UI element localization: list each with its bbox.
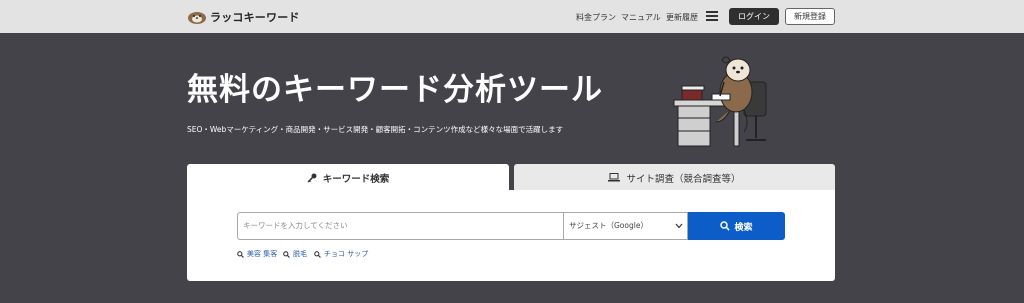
- login-button[interactable]: ログイン: [729, 8, 779, 25]
- search-icon: [283, 250, 290, 258]
- suggestion-label: 脱毛: [293, 250, 307, 258]
- search-button[interactable]: 検索: [688, 212, 785, 240]
- logo-text: ラッコキーワード: [210, 10, 300, 24]
- hero-title: 無料のキーワード分析ツール: [187, 72, 603, 108]
- key-icon: [307, 173, 317, 183]
- nav-changelog-link[interactable]: 更新履歴: [666, 12, 698, 23]
- top-header: [0, 0, 1024, 33]
- search-icon: [720, 221, 731, 231]
- logo[interactable]: ラッコキーワード: [187, 8, 300, 25]
- hamburger-icon[interactable]: [706, 11, 718, 21]
- otter-at-desk-illustration: [664, 52, 780, 154]
- search-icon: [237, 250, 244, 258]
- hero-subtitle: SEO・Webマーケティング・商品開発・サービス開発・顧客開拓・コンテンツ作成な…: [187, 125, 564, 134]
- chevron-down-icon: [675, 223, 683, 229]
- suggestion-link[interactable]: 美容 集客: [237, 249, 277, 259]
- keyword-search-input[interactable]: キーワードを入力してください: [237, 212, 563, 240]
- search-button-label: 検索: [734, 222, 753, 233]
- signup-button[interactable]: 新規登録: [785, 8, 835, 25]
- nav-manual-link[interactable]: マニュアル: [621, 12, 661, 23]
- tab-keyword-label: キーワード検索: [322, 173, 390, 185]
- suggestion-label: チョコ サップ: [324, 250, 369, 258]
- suggestion-link[interactable]: チョコ サップ: [314, 249, 368, 259]
- search-icon: [314, 250, 321, 258]
- tab-keyword-search[interactable]: キーワード検索: [187, 164, 509, 191]
- nav-pricing-link[interactable]: 料金プラン: [576, 12, 616, 23]
- search-engine-select[interactable]: サジェスト（Google）: [563, 212, 688, 240]
- otter-logo-icon: [187, 9, 207, 24]
- suggestion-label: 美容 集客: [247, 250, 278, 258]
- tab-site-research[interactable]: サイト調査（競合調査等）: [514, 164, 835, 191]
- laptop-icon: [608, 173, 621, 182]
- tab-site-label: サイト調査（競合調査等）: [626, 173, 741, 185]
- suggestion-link[interactable]: 脱毛: [283, 249, 307, 259]
